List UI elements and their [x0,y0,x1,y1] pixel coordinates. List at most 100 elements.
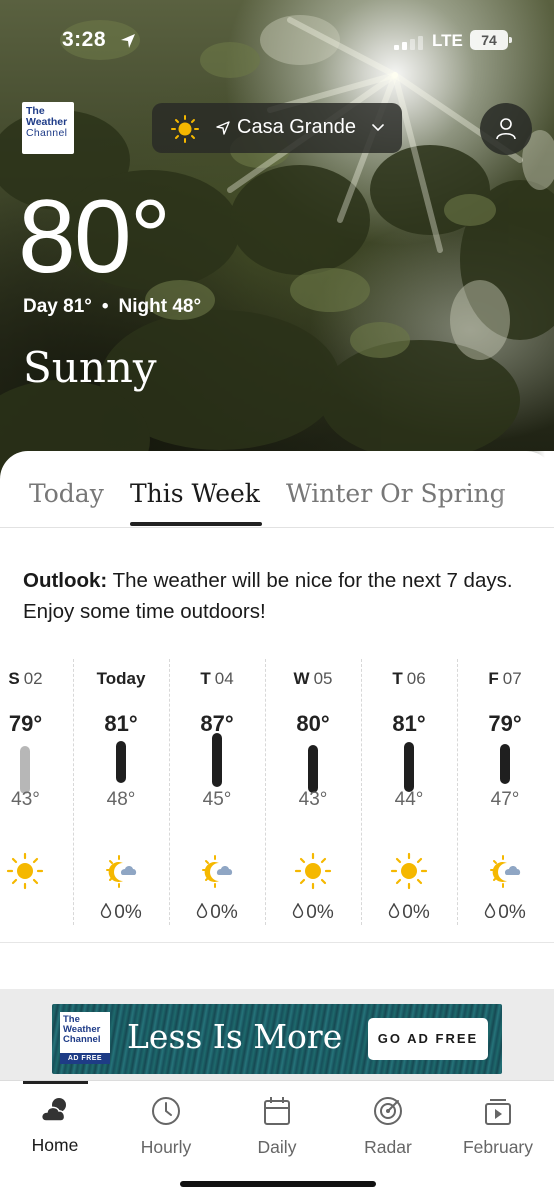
nav-daily[interactable]: Daily [227,1095,327,1175]
partly-cloudy-night-icon [483,849,527,893]
radar-icon [374,1097,402,1125]
sun-icon [387,849,431,893]
navigation-arrow-icon [216,121,230,135]
forecast-day-label: F 07 [458,669,552,689]
temperature-range-bar [20,746,30,794]
day-date: 06 [406,669,426,688]
day-name: F [488,669,499,688]
sun-icon [291,849,335,893]
nav-home[interactable]: Home [5,1095,105,1175]
day-name: W [293,669,310,688]
forecast-day-label: S 02 [0,669,73,689]
forecast-day[interactable]: Today 81° 48° 0% [73,659,168,925]
raindrop-icon [484,902,496,922]
battery-indicator: 74 [470,30,512,50]
temperature-range-bar [404,742,414,792]
ad-free-tag: AD FREE [60,1053,110,1064]
raindrop-icon [100,902,112,922]
precipitation-chance: 0% [74,902,168,924]
raindrop-icon [292,902,304,922]
tab-winter-or-spring[interactable]: Winter Or Spring [286,479,506,508]
low-temperature: 48° [106,789,136,810]
forecast-day-label: T 04 [170,669,264,689]
day-name: Today [96,669,146,688]
high-temperature: 81° [392,711,426,736]
precipitation-value: 0% [114,902,142,923]
forecast-tabs: Today This Week Winter Or Spring [0,451,554,528]
ad-logo: The Weather Channel AD FREE [60,1012,110,1064]
raindrop-icon [196,902,208,922]
profile-button[interactable] [480,103,532,155]
forecast-day[interactable]: T 04 87° 45° 0% [169,659,264,925]
active-nav-indicator [23,1081,88,1084]
precipitation-chance: 0% [362,902,456,924]
high-temperature: 79° [8,711,43,736]
status-time: 3:28 [62,28,107,51]
day-date: 02 [23,669,43,688]
forecast-day-label: Today [74,669,168,689]
weather-channel-logo[interactable]: The Weather Channel [22,102,74,154]
day-name: T [392,669,403,688]
network-type: LTE [432,31,463,50]
day-name: T [200,669,211,688]
tabs-fade [494,451,554,527]
day-night-temps: Day 81° • Night 48° [23,296,201,318]
user-icon [496,118,516,140]
location-services-icon [121,34,135,48]
sun-icon [171,115,199,143]
nav-radar[interactable]: Radar [338,1095,438,1175]
precipitation-value: 0% [306,902,334,923]
location-selector[interactable]: Casa Grande [152,103,402,153]
forecast-day[interactable]: F 07 79° 47° 0% [457,659,552,925]
precipitation-chance: 0% [170,902,264,924]
separator-dot: • [101,296,109,317]
day-date: 04 [214,669,234,688]
go-ad-free-button[interactable]: GO AD FREE [368,1018,488,1060]
forecast-day[interactable]: S 02 79° 43° [0,659,73,925]
calendar-icon [264,1097,290,1125]
day-date: 07 [502,669,522,688]
low-temperature: 44° [394,789,424,810]
nav-hourly[interactable]: Hourly [116,1095,216,1175]
low-temperature: 45° [202,789,232,810]
forecast-day-label: T 06 [362,669,456,689]
ad-banner[interactable]: The Weather Channel AD FREE Less Is More… [52,1004,502,1074]
temperature-range-bar [308,745,318,793]
day-high: Day 81° [23,296,92,317]
day-name: S [8,669,20,688]
night-low: Night 48° [118,296,202,317]
chevron-down-icon [372,124,384,132]
cellular-signal-icon [394,36,423,50]
temperature-range-bar [116,741,126,783]
current-temperature: 80° [18,179,171,295]
current-condition: Sunny [23,343,157,392]
precipitation-chance: 0% [266,902,360,924]
low-temperature: 47° [490,789,520,810]
weekly-forecast: S 02 79° 43° Today 81° 48° 0% T 04 87° 45° 0% W 05 80° 4… [0,659,554,925]
ad-banner-container: The Weather Channel AD FREE Less Is More… [0,989,554,1082]
precipitation-value: 0% [498,902,526,923]
partly-cloudy-night-icon [195,849,239,893]
high-temperature: 81° [104,711,138,736]
low-temperature: 43° [11,789,40,810]
status-bar: 3:28 LTE 74 [0,26,554,56]
nav-february[interactable]: February [448,1095,548,1175]
tab-today[interactable]: Today [29,479,104,508]
precipitation-value: 0% [210,902,238,923]
outlook-text: Outlook: The weather will be nice for th… [23,565,533,627]
sun-icon [3,849,47,893]
day-date: 05 [313,669,333,688]
forecast-day-label: W 05 [266,669,360,689]
forecast-day[interactable]: W 05 80° 43° 0% [265,659,360,925]
tab-this-week[interactable]: This Week [130,479,260,508]
location-name: Casa Grande [237,116,356,138]
precipitation-chance: 0% [458,902,552,924]
forecast-day[interactable]: T 06 81° 44° 0% [361,659,456,925]
low-temperature: 43° [298,789,328,810]
active-tab-indicator [130,522,262,526]
high-temperature: 79° [488,711,522,736]
high-temperature: 80° [296,711,330,736]
divider [0,942,554,943]
ad-headline: Less Is More [127,1017,343,1056]
outlook-label: Outlook: [23,569,108,592]
